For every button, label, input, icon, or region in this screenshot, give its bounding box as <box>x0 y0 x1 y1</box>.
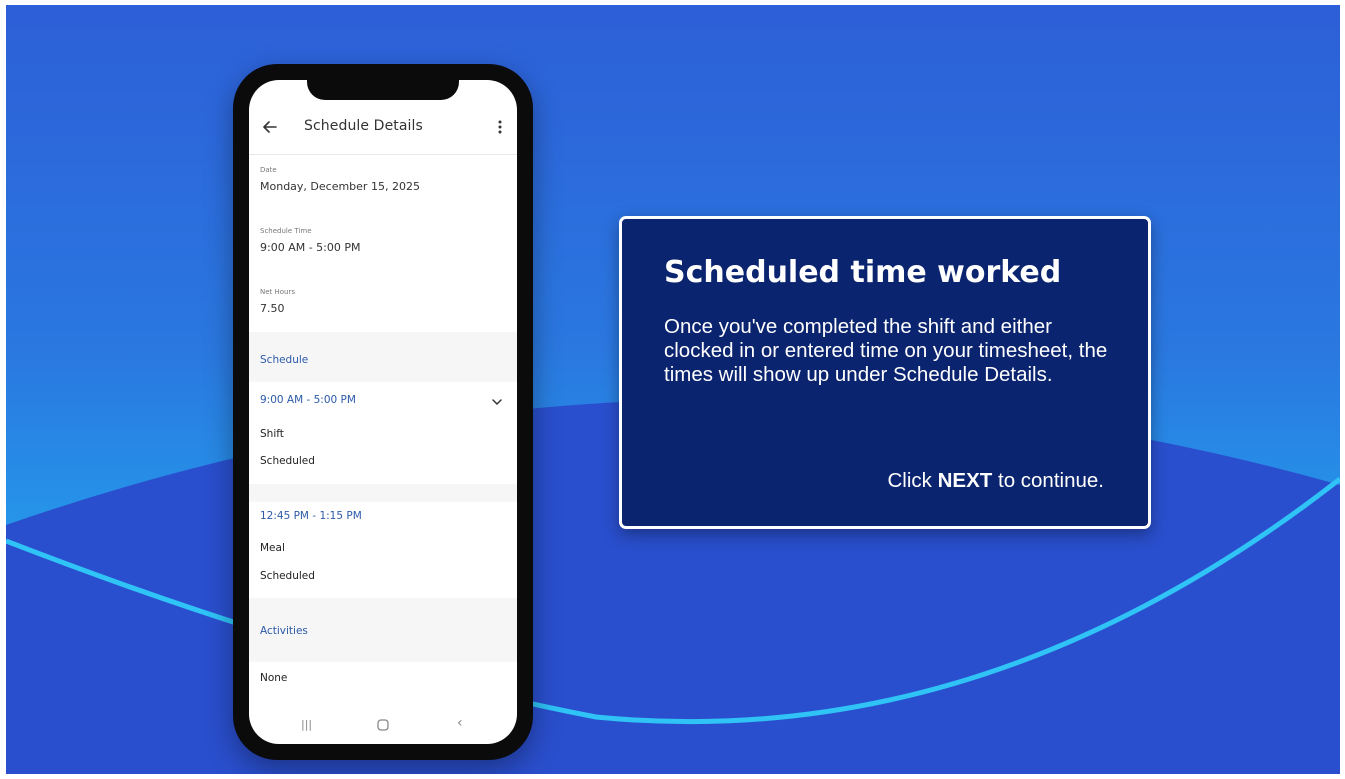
app-header: Schedule Details <box>249 110 517 154</box>
slide-stage: Schedule Details Date Monday, December 1… <box>6 5 1340 774</box>
more-vertical-icon[interactable] <box>495 118 505 136</box>
home-circle-icon[interactable] <box>377 719 389 731</box>
card-cta: Click NEXT to continue. <box>888 469 1105 493</box>
schedule-time-label: Schedule Time <box>260 227 312 235</box>
phone-mockup: Schedule Details Date Monday, December 1… <box>233 64 533 760</box>
schedule-section-title: Schedule <box>260 354 309 366</box>
entry-separator <box>249 484 517 502</box>
cta-next-keyword: NEXT <box>937 469 993 492</box>
chevron-down-icon[interactable] <box>491 398 503 406</box>
shift-time-range: 9:00 AM - 5:00 PM <box>260 394 356 406</box>
activities-section-title: Activities <box>260 625 308 637</box>
card-body: Once you've completed the shift and eith… <box>664 315 1108 386</box>
net-hours-value: 7.50 <box>260 302 285 315</box>
shift-status: Scheduled <box>260 455 315 467</box>
shift-type: Shift <box>260 428 284 440</box>
date-value: Monday, December 15, 2025 <box>260 180 420 193</box>
recent-apps-button[interactable]: ||| <box>301 718 312 731</box>
date-label: Date <box>260 166 277 174</box>
phone-screen: Schedule Details Date Monday, December 1… <box>249 80 517 744</box>
header-divider <box>249 154 517 155</box>
android-nav-bar: ||| ‹ <box>249 708 517 744</box>
arrow-left-icon[interactable] <box>261 118 279 136</box>
meal-status: Scheduled <box>260 570 315 582</box>
activities-value: None <box>260 672 288 684</box>
header-title: Schedule Details <box>304 118 423 134</box>
card-title: Scheduled time worked <box>664 255 1062 290</box>
phone-notch <box>307 80 459 100</box>
cta-prefix: Click <box>887 469 938 492</box>
info-card: Scheduled time worked Once you've comple… <box>619 216 1151 529</box>
schedule-time-value: 9:00 AM - 5:00 PM <box>260 241 361 254</box>
cta-suffix: to continue. <box>992 469 1104 492</box>
meal-type: Meal <box>260 542 285 554</box>
nav-back-button[interactable]: ‹ <box>457 715 463 731</box>
meal-time-range: 12:45 PM - 1:15 PM <box>260 510 362 522</box>
net-hours-label: Net Hours <box>260 288 296 296</box>
